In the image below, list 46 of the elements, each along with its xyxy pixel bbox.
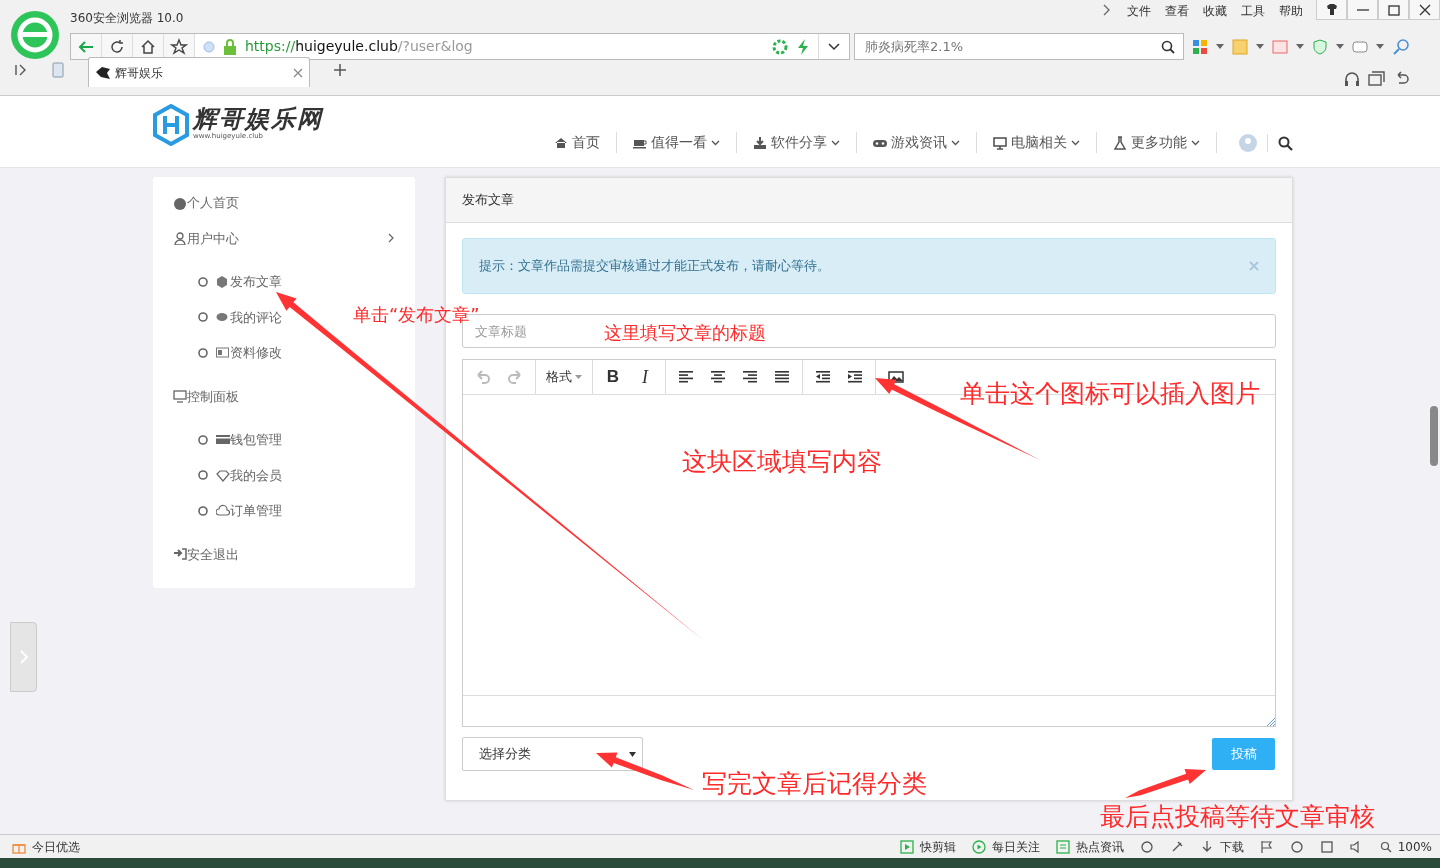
status-link[interactable]: 今日优选 — [32, 837, 80, 856]
nav-link[interactable]: 首页 — [538, 132, 617, 153]
sidebar-subitem[interactable]: 钱包管理 — [153, 422, 282, 458]
sidebar-item[interactable]: 控制面板 — [153, 378, 415, 414]
nav-link[interactable]: 游戏资讯 — [857, 132, 977, 153]
search-input[interactable]: 肺炎病死率2.1% — [863, 35, 1161, 58]
sidebar-subitem[interactable]: 我的评论 — [153, 299, 282, 335]
browser-tab[interactable]: 辉哥娱乐 — [88, 57, 310, 87]
annotation-text: 最后点投稿等待文章审核 — [1100, 803, 1375, 831]
format-dropdown[interactable]: 格式 — [540, 360, 588, 394]
italic-button[interactable]: I — [629, 360, 661, 394]
status-item[interactable]: 每日关注 — [971, 837, 1040, 856]
menu-item[interactable]: 文件 — [1120, 0, 1158, 20]
status-item[interactable]: 热点资讯 — [1055, 837, 1124, 856]
sidebar-item[interactable]: 个人首页 — [153, 185, 415, 221]
annotation-text: 这里填写文章的标题 — [604, 323, 766, 343]
menu-item[interactable]: 帮助 — [1272, 0, 1310, 20]
sidebar-subitem[interactable]: 我的会员 — [153, 457, 282, 493]
panel-title: 发布文章 — [446, 178, 1292, 223]
menu-item[interactable]: 工具 — [1234, 0, 1272, 20]
sidebar-subitem[interactable]: 订单管理 — [153, 493, 282, 529]
alert-text: 提示：文章作品需提交审核通过才能正式发布，请耐心等待。 — [479, 256, 830, 275]
nav-link[interactable]: 值得一看 — [617, 132, 737, 153]
search-field[interactable]: 肺炎病死率2.1% — [854, 33, 1184, 60]
nav-link[interactable]: 更多功能 — [1097, 132, 1217, 153]
sidebar-item[interactable]: 安全退出 — [153, 536, 415, 572]
sidebar-subitem[interactable]: 资料修改 — [153, 335, 282, 371]
status-item[interactable]: 快剪辑 — [899, 837, 956, 856]
logo-text[interactable]: 辉哥娱乐网 — [193, 107, 323, 132]
window-title: 360安全浏览器 10.0 — [70, 10, 184, 27]
address-bar[interactable]: https://huigeyule.club/?user&log — [70, 33, 850, 60]
annotation-text: 单击这个图标可以插入图片 — [960, 380, 1260, 408]
sidebar-subitem[interactable]: 发布文章 — [153, 264, 282, 300]
annotation-text: 这块区域填写内容 — [682, 448, 882, 476]
tab-title: 辉哥娱乐 — [115, 64, 164, 82]
menu-item[interactable]: 查看 — [1158, 0, 1196, 20]
status-item[interactable]: 下载 — [1199, 837, 1244, 856]
category-select[interactable]: 选择分类 — [462, 737, 643, 771]
sidebar-item[interactable]: 用户中心 — [153, 220, 415, 256]
url-text[interactable]: https://huigeyule.club/?user&log — [245, 36, 473, 57]
nav-link[interactable]: 电脑相关 — [977, 132, 1097, 153]
bold-button[interactable]: B — [597, 360, 629, 394]
nav-link[interactable]: 软件分享 — [737, 132, 857, 153]
menu-item[interactable]: 收藏 — [1196, 0, 1234, 20]
annotation-text: 写完文章后记得分类 — [702, 770, 927, 798]
zoom-control[interactable]: 100% — [1379, 837, 1432, 856]
